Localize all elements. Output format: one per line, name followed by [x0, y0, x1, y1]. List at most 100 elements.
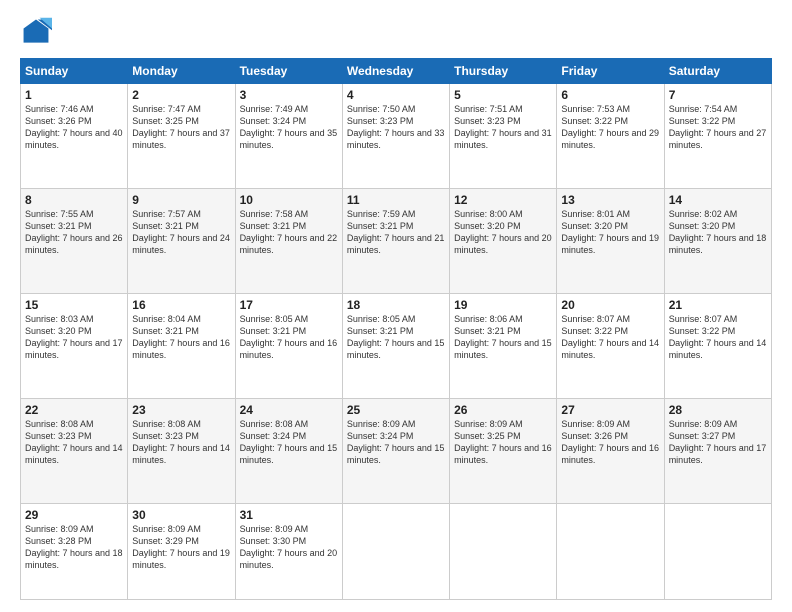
- calendar-cell: 10Sunrise: 7:58 AMSunset: 3:21 PMDayligh…: [235, 188, 342, 293]
- day-number: 15: [25, 298, 123, 312]
- calendar-week-row: 8Sunrise: 7:55 AMSunset: 3:21 PMDaylight…: [21, 188, 772, 293]
- day-info: Sunrise: 8:02 AMSunset: 3:20 PMDaylight:…: [669, 208, 767, 257]
- day-number: 17: [240, 298, 338, 312]
- day-info: Sunrise: 8:08 AMSunset: 3:24 PMDaylight:…: [240, 418, 338, 467]
- day-info: Sunrise: 7:51 AMSunset: 3:23 PMDaylight:…: [454, 103, 552, 152]
- day-info: Sunrise: 8:06 AMSunset: 3:21 PMDaylight:…: [454, 313, 552, 362]
- calendar-cell: [450, 503, 557, 599]
- day-info: Sunrise: 7:54 AMSunset: 3:22 PMDaylight:…: [669, 103, 767, 152]
- calendar-cell: 14Sunrise: 8:02 AMSunset: 3:20 PMDayligh…: [664, 188, 771, 293]
- day-info: Sunrise: 8:00 AMSunset: 3:20 PMDaylight:…: [454, 208, 552, 257]
- calendar-week-row: 22Sunrise: 8:08 AMSunset: 3:23 PMDayligh…: [21, 398, 772, 503]
- calendar-cell: 18Sunrise: 8:05 AMSunset: 3:21 PMDayligh…: [342, 293, 449, 398]
- day-number: 31: [240, 508, 338, 522]
- day-number: 20: [561, 298, 659, 312]
- calendar-cell: 26Sunrise: 8:09 AMSunset: 3:25 PMDayligh…: [450, 398, 557, 503]
- calendar-cell: 17Sunrise: 8:05 AMSunset: 3:21 PMDayligh…: [235, 293, 342, 398]
- calendar-header-wednesday: Wednesday: [342, 59, 449, 84]
- day-number: 3: [240, 88, 338, 102]
- calendar-cell: 30Sunrise: 8:09 AMSunset: 3:29 PMDayligh…: [128, 503, 235, 599]
- logo: [20, 16, 56, 48]
- day-info: Sunrise: 8:07 AMSunset: 3:22 PMDaylight:…: [669, 313, 767, 362]
- day-number: 18: [347, 298, 445, 312]
- day-info: Sunrise: 7:46 AMSunset: 3:26 PMDaylight:…: [25, 103, 123, 152]
- calendar-cell: 22Sunrise: 8:08 AMSunset: 3:23 PMDayligh…: [21, 398, 128, 503]
- day-number: 9: [132, 193, 230, 207]
- day-number: 7: [669, 88, 767, 102]
- calendar-cell: 1Sunrise: 7:46 AMSunset: 3:26 PMDaylight…: [21, 84, 128, 189]
- calendar-cell: 19Sunrise: 8:06 AMSunset: 3:21 PMDayligh…: [450, 293, 557, 398]
- calendar-cell: 29Sunrise: 8:09 AMSunset: 3:28 PMDayligh…: [21, 503, 128, 599]
- day-number: 27: [561, 403, 659, 417]
- day-number: 23: [132, 403, 230, 417]
- day-info: Sunrise: 7:57 AMSunset: 3:21 PMDaylight:…: [132, 208, 230, 257]
- calendar-cell: 31Sunrise: 8:09 AMSunset: 3:30 PMDayligh…: [235, 503, 342, 599]
- calendar-header-tuesday: Tuesday: [235, 59, 342, 84]
- day-number: 1: [25, 88, 123, 102]
- day-number: 22: [25, 403, 123, 417]
- calendar-week-row: 1Sunrise: 7:46 AMSunset: 3:26 PMDaylight…: [21, 84, 772, 189]
- day-number: 6: [561, 88, 659, 102]
- day-number: 30: [132, 508, 230, 522]
- day-number: 14: [669, 193, 767, 207]
- calendar-cell: 6Sunrise: 7:53 AMSunset: 3:22 PMDaylight…: [557, 84, 664, 189]
- calendar-cell: 25Sunrise: 8:09 AMSunset: 3:24 PMDayligh…: [342, 398, 449, 503]
- calendar-header-friday: Friday: [557, 59, 664, 84]
- calendar-cell: 15Sunrise: 8:03 AMSunset: 3:20 PMDayligh…: [21, 293, 128, 398]
- calendar-header-row: SundayMondayTuesdayWednesdayThursdayFrid…: [21, 59, 772, 84]
- day-number: 5: [454, 88, 552, 102]
- calendar-cell: 2Sunrise: 7:47 AMSunset: 3:25 PMDaylight…: [128, 84, 235, 189]
- calendar-cell: 28Sunrise: 8:09 AMSunset: 3:27 PMDayligh…: [664, 398, 771, 503]
- day-info: Sunrise: 8:09 AMSunset: 3:29 PMDaylight:…: [132, 523, 230, 572]
- page: SundayMondayTuesdayWednesdayThursdayFrid…: [0, 0, 792, 612]
- day-number: 4: [347, 88, 445, 102]
- day-info: Sunrise: 7:49 AMSunset: 3:24 PMDaylight:…: [240, 103, 338, 152]
- day-number: 28: [669, 403, 767, 417]
- calendar-cell: 13Sunrise: 8:01 AMSunset: 3:20 PMDayligh…: [557, 188, 664, 293]
- day-info: Sunrise: 8:05 AMSunset: 3:21 PMDaylight:…: [347, 313, 445, 362]
- day-number: 26: [454, 403, 552, 417]
- calendar-cell: 23Sunrise: 8:08 AMSunset: 3:23 PMDayligh…: [128, 398, 235, 503]
- calendar-cell: 9Sunrise: 7:57 AMSunset: 3:21 PMDaylight…: [128, 188, 235, 293]
- day-number: 2: [132, 88, 230, 102]
- day-info: Sunrise: 7:47 AMSunset: 3:25 PMDaylight:…: [132, 103, 230, 152]
- day-info: Sunrise: 8:09 AMSunset: 3:25 PMDaylight:…: [454, 418, 552, 467]
- calendar-cell: [342, 503, 449, 599]
- day-info: Sunrise: 7:50 AMSunset: 3:23 PMDaylight:…: [347, 103, 445, 152]
- day-number: 8: [25, 193, 123, 207]
- day-number: 19: [454, 298, 552, 312]
- calendar-cell: [664, 503, 771, 599]
- calendar-header-sunday: Sunday: [21, 59, 128, 84]
- calendar-cell: 24Sunrise: 8:08 AMSunset: 3:24 PMDayligh…: [235, 398, 342, 503]
- calendar-week-row: 29Sunrise: 8:09 AMSunset: 3:28 PMDayligh…: [21, 503, 772, 599]
- header: [20, 16, 772, 48]
- calendar-cell: 27Sunrise: 8:09 AMSunset: 3:26 PMDayligh…: [557, 398, 664, 503]
- day-info: Sunrise: 8:07 AMSunset: 3:22 PMDaylight:…: [561, 313, 659, 362]
- day-info: Sunrise: 8:03 AMSunset: 3:20 PMDaylight:…: [25, 313, 123, 362]
- day-number: 21: [669, 298, 767, 312]
- calendar-cell: 8Sunrise: 7:55 AMSunset: 3:21 PMDaylight…: [21, 188, 128, 293]
- day-info: Sunrise: 7:59 AMSunset: 3:21 PMDaylight:…: [347, 208, 445, 257]
- calendar-header-monday: Monday: [128, 59, 235, 84]
- day-info: Sunrise: 8:08 AMSunset: 3:23 PMDaylight:…: [25, 418, 123, 467]
- calendar-header-saturday: Saturday: [664, 59, 771, 84]
- calendar-cell: 7Sunrise: 7:54 AMSunset: 3:22 PMDaylight…: [664, 84, 771, 189]
- day-number: 24: [240, 403, 338, 417]
- day-info: Sunrise: 7:53 AMSunset: 3:22 PMDaylight:…: [561, 103, 659, 152]
- calendar-cell: 21Sunrise: 8:07 AMSunset: 3:22 PMDayligh…: [664, 293, 771, 398]
- calendar-week-row: 15Sunrise: 8:03 AMSunset: 3:20 PMDayligh…: [21, 293, 772, 398]
- day-info: Sunrise: 7:55 AMSunset: 3:21 PMDaylight:…: [25, 208, 123, 257]
- calendar-cell: 16Sunrise: 8:04 AMSunset: 3:21 PMDayligh…: [128, 293, 235, 398]
- day-number: 13: [561, 193, 659, 207]
- day-info: Sunrise: 8:05 AMSunset: 3:21 PMDaylight:…: [240, 313, 338, 362]
- day-number: 11: [347, 193, 445, 207]
- day-info: Sunrise: 8:09 AMSunset: 3:28 PMDaylight:…: [25, 523, 123, 572]
- calendar-cell: 3Sunrise: 7:49 AMSunset: 3:24 PMDaylight…: [235, 84, 342, 189]
- calendar-table: SundayMondayTuesdayWednesdayThursdayFrid…: [20, 58, 772, 600]
- day-info: Sunrise: 8:08 AMSunset: 3:23 PMDaylight:…: [132, 418, 230, 467]
- day-number: 29: [25, 508, 123, 522]
- day-number: 12: [454, 193, 552, 207]
- day-info: Sunrise: 8:04 AMSunset: 3:21 PMDaylight:…: [132, 313, 230, 362]
- day-info: Sunrise: 8:01 AMSunset: 3:20 PMDaylight:…: [561, 208, 659, 257]
- calendar-header-thursday: Thursday: [450, 59, 557, 84]
